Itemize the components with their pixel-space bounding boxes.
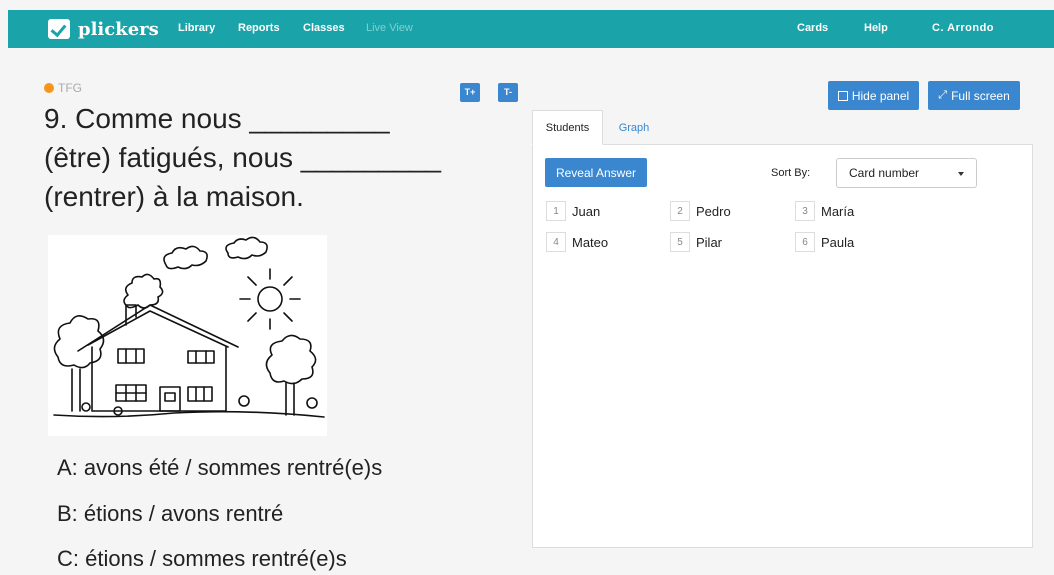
nav-cards[interactable]: Cards <box>797 22 828 34</box>
hide-panel-button[interactable]: Hide panel <box>828 81 919 110</box>
reveal-answer-button[interactable]: Reveal Answer <box>545 158 647 187</box>
tab-students[interactable]: Students <box>532 110 603 145</box>
student-item[interactable]: 1 Juan <box>546 201 600 221</box>
nav-live-view[interactable]: Live View <box>366 22 413 34</box>
student-name: Pedro <box>696 203 731 219</box>
top-navbar: plickers Library Reports Classes Live Vi… <box>8 10 1054 48</box>
student-name: Juan <box>572 203 601 219</box>
tag-dot-icon <box>44 83 54 93</box>
card-number: 3 <box>795 201 815 221</box>
student-item[interactable]: 6 Paula <box>795 232 854 252</box>
plickers-logo[interactable]: plickers <box>48 14 159 44</box>
student-item[interactable]: 4 Mateo <box>546 232 608 252</box>
student-item[interactable]: 3 María <box>795 201 854 221</box>
answer-c: C: étions / sommes rentré(e)s <box>57 546 347 571</box>
full-screen-button[interactable]: ⤢ Full screen <box>928 81 1020 110</box>
nav-help[interactable]: Help <box>864 22 888 34</box>
student-name: Mateo <box>572 234 609 250</box>
student-name: María <box>821 203 855 219</box>
plickers-check-icon <box>48 19 70 39</box>
nav-reports[interactable]: Reports <box>238 22 280 34</box>
student-item[interactable]: 2 Pedro <box>670 201 731 221</box>
tab-graph[interactable]: Graph <box>603 110 665 145</box>
card-number: 6 <box>795 232 815 252</box>
expand-icon: ⤢ <box>938 89 948 101</box>
brand-name: plickers <box>78 18 159 40</box>
question-image <box>48 235 327 436</box>
card-number: 4 <box>546 232 566 252</box>
student-name: Paula <box>821 234 855 250</box>
card-number: 1 <box>546 201 566 221</box>
sort-by-label: Sort By: <box>771 167 811 179</box>
decrease-font-button[interactable]: T- <box>498 83 518 102</box>
nav-classes[interactable]: Classes <box>303 22 345 34</box>
card-number: 2 <box>670 201 690 221</box>
hide-panel-label: Hide panel <box>851 88 910 103</box>
tag-label: TFG <box>58 81 82 95</box>
students-panel <box>532 144 1033 548</box>
folder-tag: TFG <box>44 81 82 95</box>
student-name: Pilar <box>696 234 723 250</box>
question-text: 9. Comme nous _________ (être) fatigués,… <box>44 103 441 212</box>
full-screen-label: Full screen <box>951 88 1010 103</box>
nav-user-menu[interactable]: C. Arrondo <box>932 22 994 34</box>
sort-by-select[interactable]: Card number <box>836 158 977 188</box>
student-item[interactable]: 5 Pilar <box>670 232 722 252</box>
card-number: 5 <box>670 232 690 252</box>
answer-b: B: étions / avons rentré <box>57 501 284 526</box>
hide-panel-icon <box>837 90 848 101</box>
house-drawing <box>53 236 325 418</box>
nav-library[interactable]: Library <box>178 22 215 34</box>
answer-a: A: avons été / sommes rentré(e)s <box>57 455 383 480</box>
caret-down-icon <box>958 172 964 176</box>
sort-by-value: Card number <box>849 166 920 180</box>
